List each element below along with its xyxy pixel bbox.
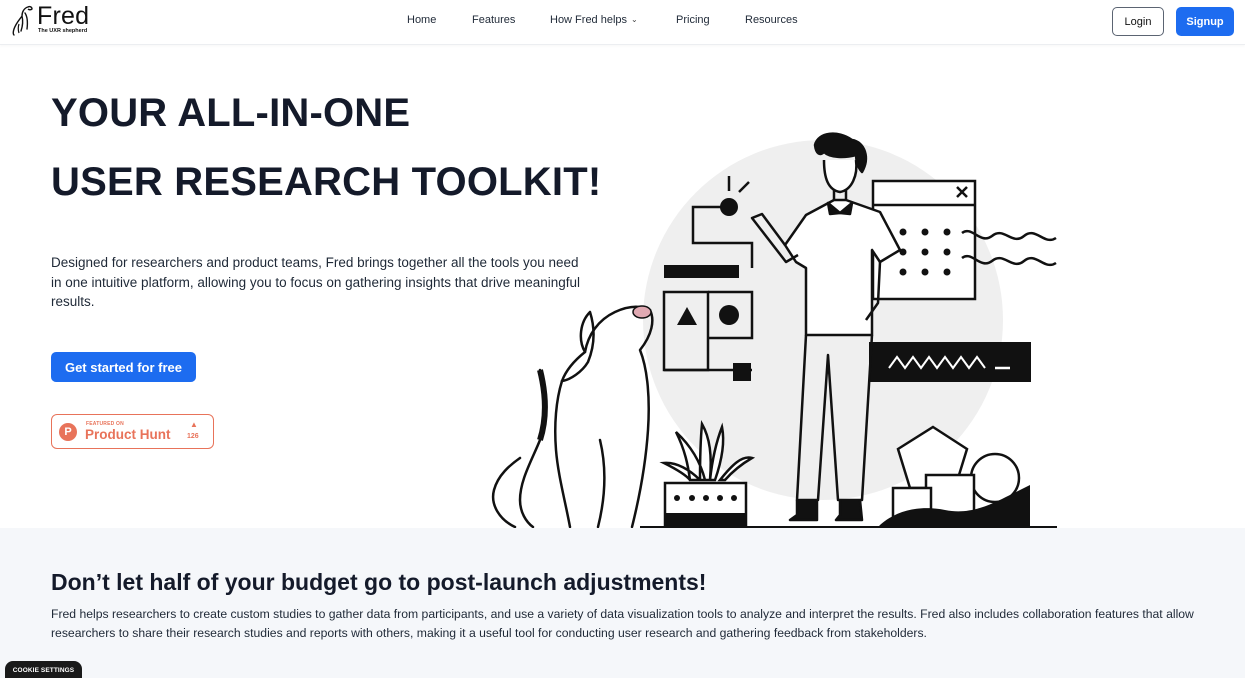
budget-section: Don’t let half of your budget go to post… — [0, 528, 1245, 678]
nav-pricing[interactable]: Pricing — [676, 14, 710, 26]
logo-name: Fred — [37, 2, 90, 30]
dog-logo-icon — [12, 5, 33, 36]
site-header: Fred The UXR shepherd Home Features How … — [0, 0, 1245, 45]
dog-illustration-icon — [491, 305, 654, 529]
nav-how-fred-helps[interactable]: How Fred helps ⌄ — [550, 14, 638, 26]
chevron-down-icon: ⌄ — [631, 15, 638, 24]
logo-tagline: The UXR shepherd — [38, 28, 88, 34]
nav-home[interactable]: Home — [407, 14, 436, 26]
nav-features[interactable]: Features — [472, 14, 515, 26]
upvote-arrow-icon: ▲ — [190, 420, 198, 429]
cookie-settings-button[interactable]: COOKIE SETTINGS — [5, 661, 82, 678]
logo[interactable]: Fred The UXR shepherd — [11, 3, 101, 39]
nav-how-fred-helps-label: How Fred helps — [550, 14, 628, 26]
get-started-button[interactable]: Get started for free — [51, 352, 196, 382]
hero-illustration — [491, 132, 1057, 529]
section-title: Don’t let half of your budget go to post… — [51, 569, 707, 595]
nav-resources[interactable]: Resources — [745, 14, 798, 26]
product-hunt-logo-icon: P — [59, 423, 77, 441]
hero-title-line1: YOUR ALL-IN-ONE — [51, 91, 411, 135]
signup-button[interactable]: Signup — [1176, 7, 1234, 36]
product-hunt-name: Product Hunt — [85, 427, 171, 442]
product-hunt-badge[interactable]: P FEATURED ON Product Hunt ▲ 126 — [51, 414, 214, 449]
section-body: Fred helps researchers to create custom … — [51, 607, 1194, 640]
login-button[interactable]: Login — [1112, 7, 1164, 36]
product-hunt-upvote-count: 126 — [187, 433, 199, 440]
